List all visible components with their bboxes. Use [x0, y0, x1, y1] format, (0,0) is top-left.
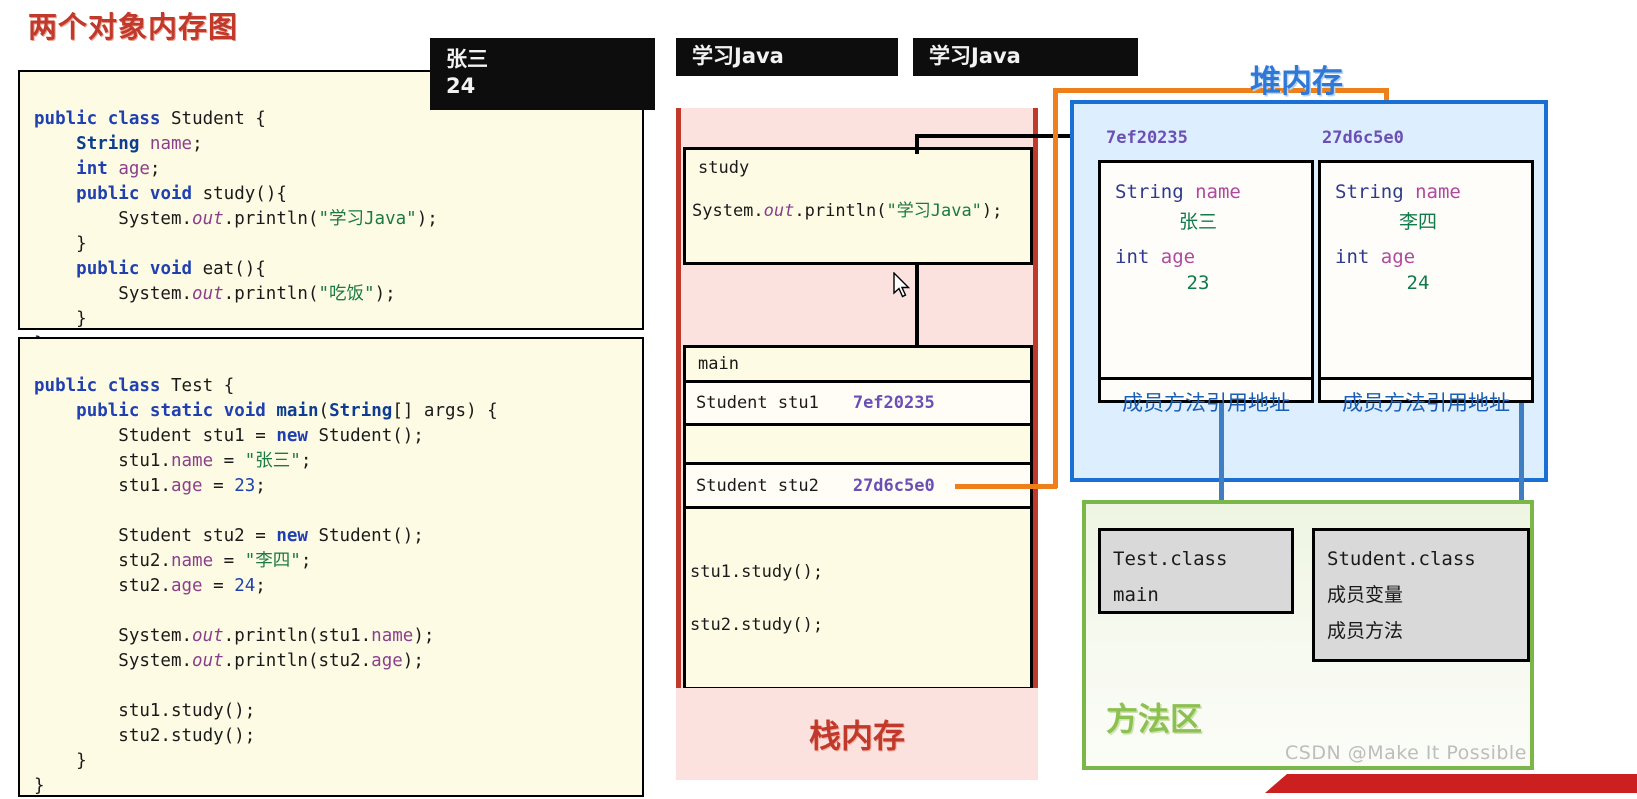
- heap-object-2-field-1: int age 24: [1321, 246, 1531, 294]
- student-class-item-0: 成员变量: [1327, 584, 1404, 606]
- stack-frame-main: main: [683, 345, 1033, 381]
- console-1-line-1: 张三: [446, 47, 488, 71]
- console-output-3: 学习Java: [913, 38, 1138, 76]
- heap-object-1-method-ref: 成员方法引用地址: [1101, 377, 1311, 423]
- heap-object-2: String name 李四 int age 24 成员方法引用地址: [1318, 160, 1534, 415]
- stu1-address: 7ef20235: [852, 393, 935, 413]
- heap-object-2-field-0: String name 李四: [1321, 181, 1531, 234]
- heap-obj2-f1-name: age: [1380, 246, 1416, 268]
- orange-connector-vertical-left: [1053, 88, 1058, 488]
- page-title: 两个对象内存图: [28, 10, 239, 44]
- heap-object-1-field-1: int age 23: [1101, 246, 1311, 294]
- heap-object-2-address: 27d6c5e0: [1322, 128, 1404, 148]
- heap-obj2-f1-value: 24: [1406, 272, 1430, 294]
- stack-body-right-border: [1030, 345, 1033, 690]
- mouse-cursor-icon: [893, 272, 911, 298]
- stack-frame-main-title: main: [698, 354, 739, 374]
- student-class-title: Student.class: [1327, 548, 1476, 570]
- orange-connector-horizontal: [955, 484, 1057, 489]
- heap-obj1-f0-type: String: [1115, 181, 1184, 203]
- stack-body-left-border: [683, 345, 686, 690]
- console-3-line-1: 学习Java: [929, 44, 1021, 68]
- heap-object-2-method-ref: 成员方法引用地址: [1321, 377, 1531, 423]
- heap-obj1-f1-value: 23: [1186, 272, 1210, 294]
- heap-obj1-f0-value: 张三: [1178, 211, 1217, 233]
- stack-memory-label: 栈内存: [676, 688, 1038, 780]
- console-output-2: 学习Java: [676, 38, 898, 76]
- heap-obj2-f0-name: name: [1415, 181, 1461, 203]
- heap-obj1-f0-name: name: [1195, 181, 1241, 203]
- heap-object-1-address: 7ef20235: [1106, 128, 1188, 148]
- watermark: CSDN @Make It Possible: [1285, 742, 1527, 764]
- heap-obj1-f1-name: age: [1160, 246, 1196, 268]
- stu1-decl: Student stu1: [696, 393, 819, 413]
- console-1-line-2: 24: [446, 74, 476, 98]
- heap-obj2-f0-type: String: [1335, 181, 1404, 203]
- heap-object-1: String name 张三 int age 23 成员方法引用地址: [1098, 160, 1314, 415]
- heap-memory-label: 堆内存: [1250, 64, 1343, 100]
- code-panel-test: public class Test { public static void m…: [18, 337, 644, 797]
- test-class-title: Test.class: [1113, 548, 1228, 570]
- method-area-class-test: Test.class main: [1098, 528, 1294, 614]
- bottom-red-bar: [1265, 774, 1637, 793]
- method-area-label: 方法区: [1106, 700, 1203, 738]
- stack-call-stu2-study: stu2.study();: [690, 615, 824, 635]
- student-class-item-1: 成员方法: [1327, 620, 1404, 642]
- heap-obj1-f1-type: int: [1115, 246, 1150, 268]
- heap-obj2-f1-type: int: [1335, 246, 1370, 268]
- method-area-class-student: Student.class 成员变量 成员方法: [1312, 528, 1530, 662]
- stu2-decl: Student stu2: [696, 475, 819, 496]
- console-2-line-1: 学习Java: [692, 44, 784, 68]
- console-output-1: 张三 24: [430, 38, 655, 110]
- stu2-address: 27d6c5e0: [852, 475, 935, 496]
- stack-variable-stu1: Student stu1 7ef20235: [683, 380, 1033, 426]
- stack-frame-study: study System.out.println("学习Java");: [683, 147, 1033, 265]
- heap-object-1-field-0: String name 张三: [1101, 181, 1311, 234]
- test-class-item-0: main: [1113, 584, 1159, 606]
- stack-frame-study-title: study: [698, 158, 750, 178]
- heap-obj2-f0-value: 李四: [1398, 211, 1437, 233]
- stack-call-stu1-study: stu1.study();: [690, 562, 824, 582]
